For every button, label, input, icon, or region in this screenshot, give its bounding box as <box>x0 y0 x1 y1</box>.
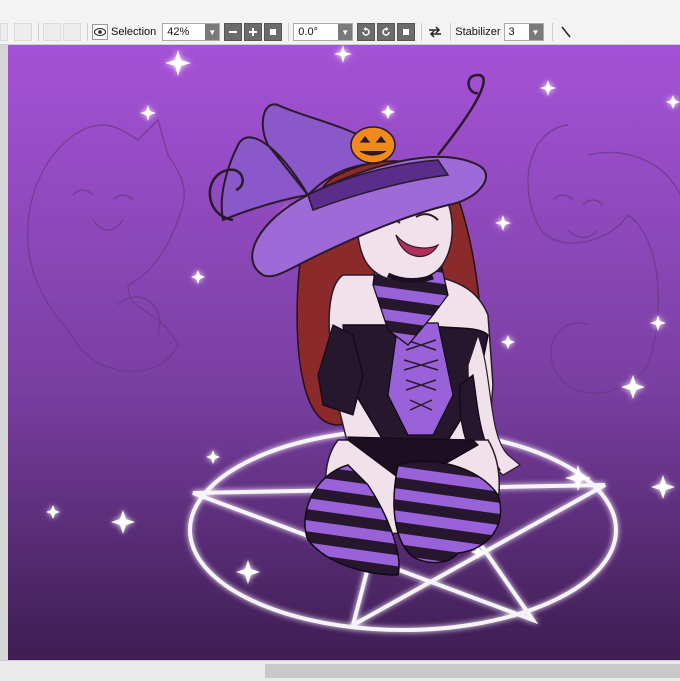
horizontal-scrollbar[interactable] <box>0 660 680 681</box>
chevron-down-icon[interactable]: ▼ <box>338 24 353 40</box>
scrollbar-thumb[interactable] <box>265 664 680 678</box>
rotate-right-button[interactable] <box>377 23 396 41</box>
toolbar-row: Selection 42% ▼ 0.0° ▼ Stabilizer 3 ▼ <box>0 20 680 44</box>
undo-button[interactable] <box>0 23 8 41</box>
toolbar-separator <box>87 23 88 41</box>
eye-icon[interactable] <box>92 24 108 40</box>
toolbar-button-1[interactable] <box>14 23 32 41</box>
toolbar-separator <box>551 23 553 41</box>
toolbar: Selection 42% ▼ 0.0° ▼ Stabilizer 3 ▼ <box>0 0 680 45</box>
toolbar-button-2[interactable] <box>43 23 61 41</box>
square-icon <box>270 29 277 35</box>
stabilizer-label: Stabilizer <box>455 26 501 38</box>
canvas[interactable] <box>8 45 680 660</box>
zoom-in-button[interactable] <box>244 23 263 41</box>
zoom-combo[interactable]: 42% ▼ <box>162 23 221 41</box>
stabilizer-value: 3 <box>508 26 515 38</box>
rotate-left-icon <box>362 27 370 36</box>
rotate-right-icon <box>382 27 391 36</box>
rotate-reset-button[interactable] <box>397 23 416 41</box>
canvas-area[interactable] <box>0 45 680 660</box>
selection-label: Selection <box>111 26 157 38</box>
square-icon <box>403 29 410 35</box>
toolbar-separator <box>421 23 423 41</box>
rotate-left-button[interactable] <box>357 23 376 41</box>
artwork <box>8 45 680 660</box>
angle-combo[interactable]: 0.0° ▼ <box>293 23 354 41</box>
toolbar-button-3[interactable] <box>63 23 81 41</box>
chevron-down-icon[interactable]: ▼ <box>528 24 543 40</box>
pumpkin-icon <box>350 126 396 164</box>
angle-value: 0.0° <box>298 26 318 38</box>
zoom-value: 42% <box>167 26 190 38</box>
zoom-reset-button[interactable] <box>264 23 283 41</box>
chevron-down-icon[interactable]: ▼ <box>205 24 220 40</box>
pen-line-button[interactable] <box>557 23 575 41</box>
toolbar-separator <box>38 23 39 41</box>
pen-line-icon <box>560 26 571 38</box>
zoom-out-button[interactable] <box>224 23 243 41</box>
stabilizer-combo[interactable]: 3 ▼ <box>503 23 544 41</box>
flip-horizontal-icon <box>429 26 442 38</box>
toolbar-separator <box>288 23 290 41</box>
minus-icon <box>229 31 238 33</box>
flip-horizontal-button[interactable] <box>426 23 444 41</box>
plus-icon <box>249 28 258 36</box>
toolbar-separator <box>450 23 452 41</box>
